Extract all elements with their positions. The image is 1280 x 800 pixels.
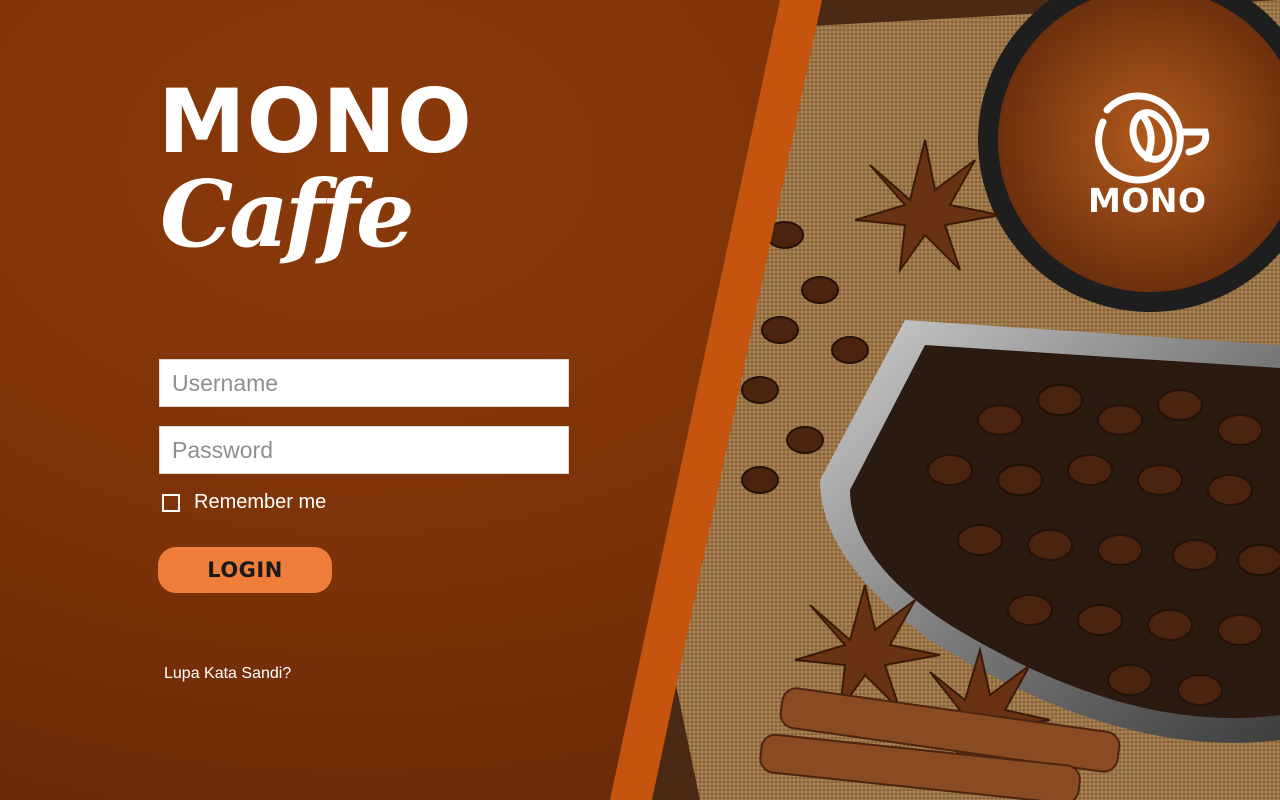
logo-text: MONO xyxy=(1088,181,1207,220)
login-screen: MONO Caffe Remember me LOGIN Lupa Kata S… xyxy=(0,0,1280,800)
brand-subtitle: Caffe xyxy=(160,160,415,268)
remember-me-label: Remember me xyxy=(194,491,327,513)
remember-me-checkbox[interactable] xyxy=(162,493,180,512)
login-button[interactable]: LOGIN xyxy=(158,547,332,593)
password-input[interactable] xyxy=(159,426,569,474)
username-input[interactable] xyxy=(159,359,569,407)
forgot-password-link[interactable]: Lupa Kata Sandi? xyxy=(164,665,291,683)
remember-me[interactable]: Remember me xyxy=(162,491,326,514)
brand-title: MONO xyxy=(158,70,473,173)
